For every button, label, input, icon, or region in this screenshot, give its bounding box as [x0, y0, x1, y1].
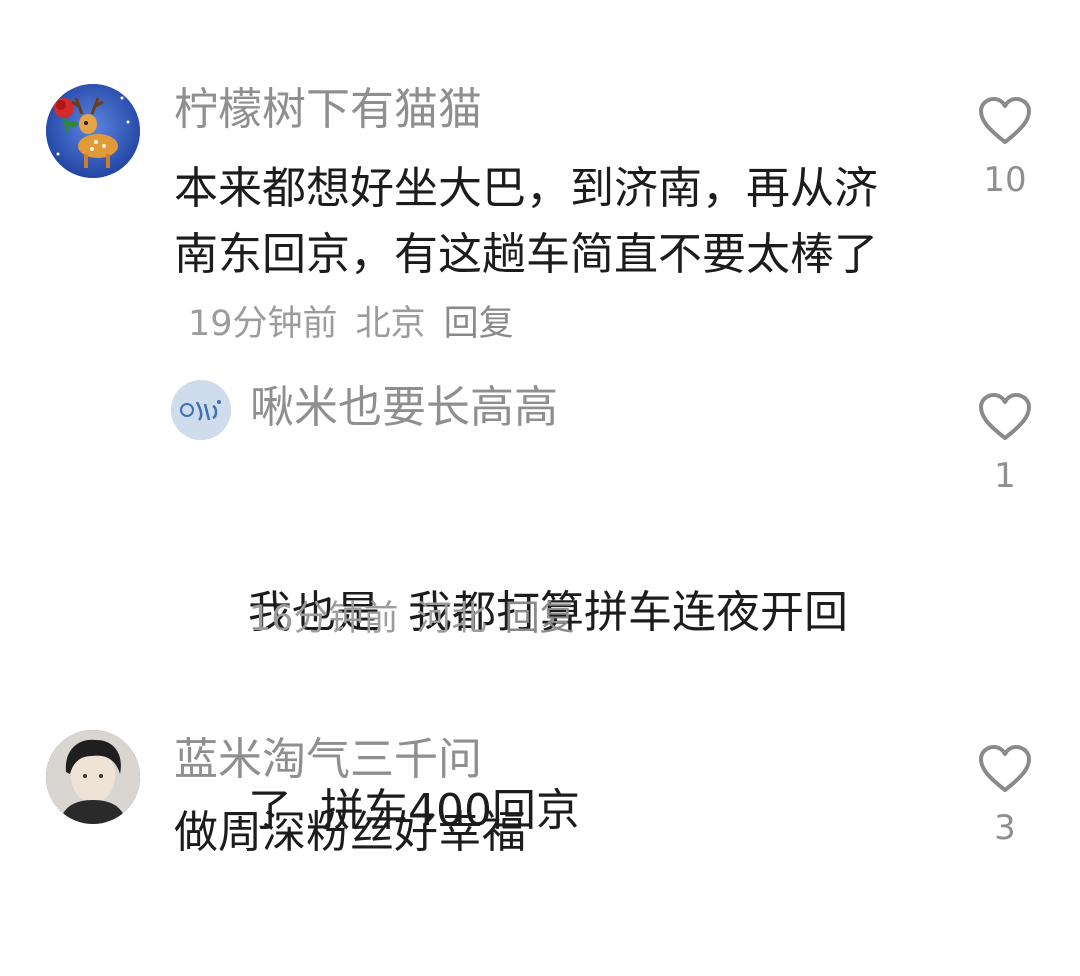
comment-meta: 16分钟前 河北 回复 — [249, 590, 593, 641]
comment-location: 北京 — [355, 304, 426, 344]
comment-location: 河北 — [416, 599, 487, 639]
deer-rose-icon — [46, 84, 140, 178]
blue-doodle-icon — [171, 380, 231, 440]
comment-time: 19分钟前 — [188, 304, 338, 344]
comment-username[interactable]: 柠檬树下有猫猫 — [174, 84, 482, 136]
comment-body: 本来都想好坐大巴，到济南，再从济南东回京，有这趟车简直不要太棒了 — [174, 163, 878, 280]
like-count: 10 — [983, 160, 1027, 200]
person-photo-icon — [46, 730, 140, 824]
comment-text: 我也是 我都打算拼车连夜开回 了 拼车400回京 — [248, 448, 948, 976]
like-button[interactable]: 10 — [965, 96, 1045, 200]
avatar[interactable] — [46, 84, 140, 178]
comment-time: 16分钟前 — [249, 599, 399, 639]
comment-item: 蓝米淘气三千问 做周深粉丝好幸福 3 — [0, 720, 1080, 864]
comment-meta: 19分钟前 北京 回复 — [188, 304, 532, 344]
heart-icon — [979, 97, 1031, 144]
like-button[interactable]: 3 — [965, 744, 1045, 848]
comment-username[interactable]: 蓝米淘气三千问 — [174, 734, 482, 786]
avatar[interactable] — [171, 380, 231, 440]
comment-text: 本来都想好坐大巴，到济南，再从济南东回京，有这趟车简直不要太棒了 19分钟前 北京… — [174, 156, 914, 357]
like-button[interactable]: 1 — [965, 392, 1045, 496]
reply-button[interactable]: 回复 — [505, 599, 575, 639]
comment-body: 做周深粉丝好幸福 — [174, 807, 526, 858]
reply-button[interactable]: 回复 — [444, 304, 514, 344]
heart-icon — [979, 745, 1031, 792]
avatar[interactable] — [46, 730, 140, 824]
heart-icon — [979, 393, 1031, 440]
like-count: 3 — [994, 808, 1016, 848]
like-count: 1 — [994, 456, 1016, 496]
comment-username[interactable]: 啾米也要长高高 — [250, 382, 558, 434]
comment-item: 柠檬树下有猫猫 本来都想好坐大巴，到济南，再从济南东回京，有这趟车简直不要太棒了… — [0, 0, 1080, 350]
reply-item: 啾米也要长高高 我也是 我都打算拼车连夜开回 了 拼车400回京 16分钟前 河北… — [0, 370, 1080, 836]
comment-text: 做周深粉丝好幸福 — [174, 800, 914, 866]
